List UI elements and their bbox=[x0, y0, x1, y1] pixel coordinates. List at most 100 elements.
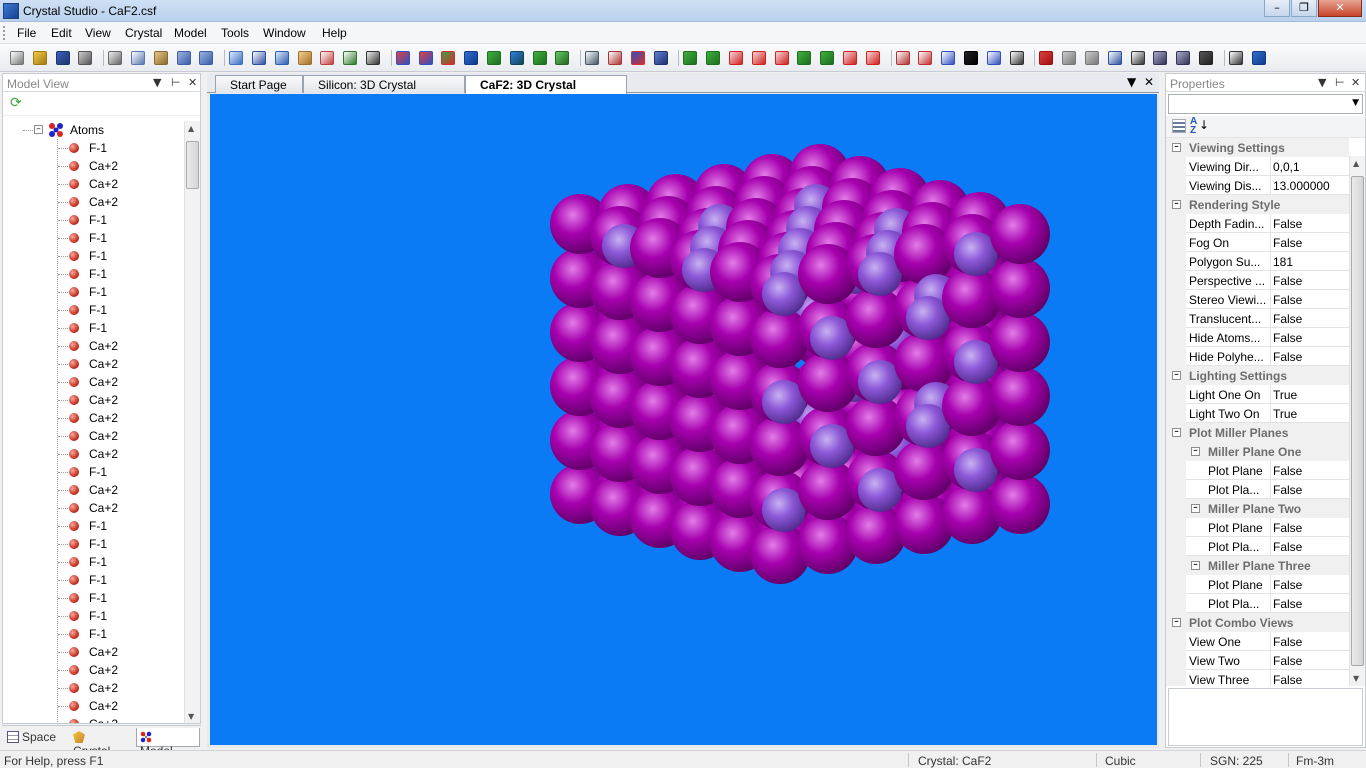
atom-add-icon[interactable] bbox=[395, 51, 410, 65]
scroll-thumb[interactable] bbox=[1351, 176, 1364, 666]
property-category[interactable]: – Plot Miller Planes bbox=[1166, 423, 1349, 442]
cell-icon[interactable] bbox=[532, 51, 547, 65]
object-selector[interactable]: ▼ bbox=[1168, 94, 1363, 114]
globe-icon[interactable] bbox=[918, 51, 933, 65]
sphere-icon[interactable] bbox=[464, 51, 479, 65]
property-row[interactable]: Stereo Viewi... False bbox=[1166, 290, 1349, 309]
collapse-icon[interactable]: – bbox=[1172, 200, 1181, 209]
property-row[interactable]: Hide Polyhe... False bbox=[1166, 347, 1349, 366]
property-value[interactable]: False bbox=[1270, 347, 1349, 366]
property-row[interactable]: Polygon Su... 181 bbox=[1166, 252, 1349, 271]
select-icon[interactable] bbox=[229, 51, 244, 65]
tree-item-atom[interactable]: F-1 bbox=[3, 589, 184, 607]
calcium-atom[interactable] bbox=[990, 204, 1050, 264]
panel-close-icon[interactable]: ✕ bbox=[1351, 76, 1360, 89]
shape-green-icon[interactable] bbox=[683, 51, 698, 65]
property-value[interactable]: False bbox=[1270, 480, 1349, 499]
tree-item-atom[interactable]: F-1 bbox=[3, 211, 184, 229]
categorized-icon[interactable] bbox=[1172, 119, 1186, 133]
property-row[interactable]: Plot Pla... False bbox=[1166, 480, 1349, 499]
tree-item-atom[interactable]: F-1 bbox=[3, 517, 184, 535]
calcium-atom[interactable] bbox=[990, 420, 1050, 480]
collapse-icon[interactable]: – bbox=[1191, 561, 1200, 570]
tree-item-atom[interactable]: F-1 bbox=[3, 229, 184, 247]
network-icon[interactable] bbox=[630, 51, 645, 65]
shape-green2-icon[interactable] bbox=[706, 51, 721, 65]
property-category[interactable]: – Lighting Settings bbox=[1166, 366, 1349, 385]
tree-item-atom[interactable]: Ca+2 bbox=[3, 355, 184, 373]
property-value[interactable]: False bbox=[1270, 518, 1349, 537]
model-view-scrollbar[interactable]: ▲ ▼ bbox=[184, 121, 200, 723]
collapse-icon[interactable]: – bbox=[1191, 447, 1200, 456]
list-icon[interactable] bbox=[585, 51, 600, 65]
tree-item-atom[interactable]: Ca+2 bbox=[3, 481, 184, 499]
zoom-box-icon[interactable] bbox=[320, 51, 335, 65]
property-row[interactable]: Hide Atoms... False bbox=[1166, 328, 1349, 347]
property-value[interactable]: False bbox=[1270, 233, 1349, 252]
atoms-group-label[interactable]: Atoms bbox=[70, 123, 104, 137]
scroll-thumb[interactable] bbox=[186, 141, 199, 189]
tree-item-atom[interactable]: F-1 bbox=[3, 625, 184, 643]
chart-icon[interactable] bbox=[941, 51, 956, 65]
property-value[interactable]: False bbox=[1270, 309, 1349, 328]
menu-view[interactable]: View bbox=[85, 26, 111, 40]
minimize-button[interactable]: – bbox=[1264, 0, 1290, 17]
link-icon[interactable] bbox=[608, 51, 622, 65]
tree-item-atom[interactable]: Ca+2 bbox=[3, 499, 184, 517]
dots-red4-icon[interactable] bbox=[843, 51, 857, 65]
property-value[interactable]: True bbox=[1270, 404, 1349, 423]
crystal-tool-icon[interactable] bbox=[555, 51, 570, 65]
new-file-icon[interactable] bbox=[10, 51, 24, 65]
tab-start-page[interactable]: Start Page bbox=[215, 75, 303, 93]
app-icon[interactable] bbox=[3, 3, 19, 19]
panel-close-icon[interactable]: ✕ bbox=[188, 76, 197, 89]
diamond-green-icon[interactable] bbox=[797, 51, 812, 65]
tab-crystal[interactable]: Crystal... bbox=[70, 728, 134, 758]
calcium-atom[interactable] bbox=[990, 258, 1050, 318]
scroll-up-icon[interactable]: ▲ bbox=[188, 124, 194, 133]
property-row[interactable]: Depth Fadin... False bbox=[1166, 214, 1349, 233]
tab-model[interactable]: Model... bbox=[136, 728, 200, 758]
tile-icon[interactable] bbox=[1153, 51, 1168, 65]
print-icon[interactable] bbox=[78, 51, 93, 65]
collapse-icon[interactable]: – bbox=[1172, 428, 1181, 437]
tab-list-icon[interactable]: ▼ bbox=[1127, 75, 1136, 89]
copy-icon[interactable] bbox=[131, 51, 145, 65]
text-icon[interactable] bbox=[1228, 51, 1243, 65]
refresh-model-icon[interactable] bbox=[487, 51, 501, 65]
pin-icon[interactable]: ⊢ bbox=[1335, 76, 1345, 89]
function-icon[interactable] bbox=[1009, 51, 1024, 65]
undo-icon[interactable] bbox=[176, 51, 191, 65]
property-value[interactable]: False bbox=[1270, 214, 1349, 233]
pause-icon[interactable] bbox=[1085, 51, 1099, 65]
crystal-3d-viewport[interactable] bbox=[210, 94, 1157, 745]
calcium-atom[interactable] bbox=[990, 474, 1050, 534]
property-value[interactable]: 0,0,1 bbox=[1270, 157, 1349, 176]
property-value[interactable]: False bbox=[1270, 537, 1349, 556]
property-value[interactable]: False bbox=[1270, 575, 1349, 594]
tab-silicon-structure[interactable]: Silicon: 3D Crystal Structure bbox=[303, 75, 465, 106]
calcium-atom[interactable] bbox=[990, 366, 1050, 426]
menu-grip[interactable] bbox=[3, 26, 6, 40]
menu-edit[interactable]: Edit bbox=[51, 26, 72, 40]
dots-red3-icon[interactable] bbox=[774, 51, 789, 65]
property-value[interactable]: 181 bbox=[1270, 252, 1349, 271]
tab-close-icon[interactable]: ✕ bbox=[1144, 75, 1154, 89]
property-value[interactable]: False bbox=[1270, 632, 1349, 651]
tree-item-atom[interactable]: F-1 bbox=[3, 607, 184, 625]
tree-item-atom[interactable]: Ca+2 bbox=[3, 157, 184, 175]
black-square-icon[interactable] bbox=[964, 51, 978, 65]
dots-red5-icon[interactable] bbox=[865, 51, 880, 65]
property-value[interactable]: False bbox=[1270, 651, 1349, 670]
property-row[interactable]: Viewing Dis... 13.000000 bbox=[1166, 176, 1349, 195]
collapse-icon[interactable]: – bbox=[34, 125, 43, 134]
menu-help[interactable]: Help bbox=[322, 26, 347, 40]
panel-menu-icon[interactable]: ▼ bbox=[1318, 76, 1326, 89]
scroll-down-icon[interactable]: ▼ bbox=[188, 712, 194, 721]
dots-red-icon[interactable] bbox=[729, 51, 743, 65]
save-icon[interactable] bbox=[55, 51, 70, 65]
property-row[interactable]: Perspective ... False bbox=[1166, 271, 1349, 290]
property-row[interactable]: Viewing Dir... 0,0,1 bbox=[1166, 157, 1349, 176]
property-row[interactable]: Light One On True bbox=[1166, 385, 1349, 404]
property-value[interactable]: 13.000000 bbox=[1270, 176, 1349, 195]
